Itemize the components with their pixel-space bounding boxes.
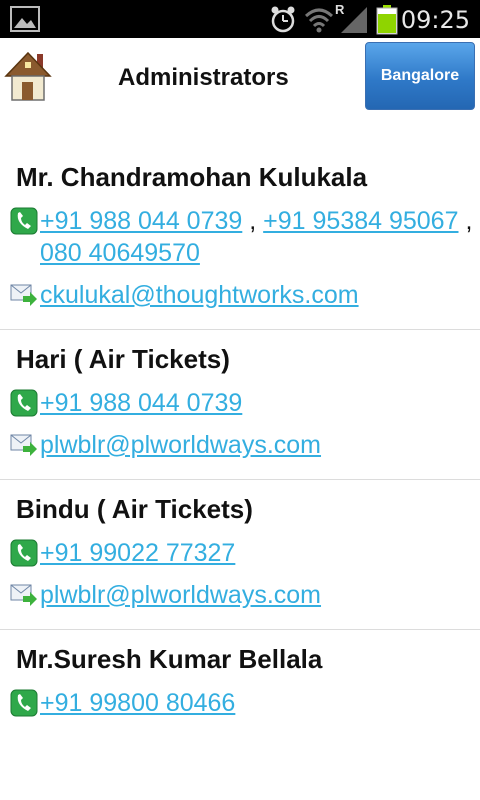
email-link[interactable]: plwblr@plworldways.com (40, 431, 321, 459)
home-icon (4, 51, 52, 101)
phone-link[interactable]: 080 40649570 (40, 239, 200, 267)
phone-link[interactable]: +91 95384 95067 (263, 207, 458, 235)
email-link[interactable]: ckulukal@thoughtworks.com (40, 281, 359, 309)
contact-item: Bindu ( Air Tickets) +91 99022 77327 plw… (0, 480, 480, 630)
phone-row: +91 988 044 0739 , +91 95384 95067 , 080… (10, 205, 480, 269)
signal-icon (341, 7, 367, 33)
email-row: plwblr@plworldways.com (10, 579, 480, 611)
phone-icon (10, 539, 38, 567)
clock: 09:25 (400, 6, 470, 34)
email-link[interactable]: plwblr@plworldways.com (40, 581, 321, 609)
status-bar: R 09:25 (0, 0, 480, 38)
contact-item: Hari ( Air Tickets) +91 988 044 0739 plw… (0, 330, 480, 480)
home-button[interactable] (4, 50, 52, 102)
contact-item: Mr.Suresh Kumar Bellala +91 99800 80466 (0, 630, 480, 747)
separator: , (465, 207, 473, 235)
separator: , (249, 207, 264, 235)
phone-icon (10, 207, 38, 235)
email-icon (10, 284, 37, 306)
phone-link[interactable]: +91 988 044 0739 (40, 389, 242, 417)
email-icon (10, 584, 37, 606)
phone-row: +91 988 044 0739 (10, 387, 480, 419)
phone-link[interactable]: +91 988 044 0739 (40, 207, 242, 235)
contact-name: Mr.Suresh Kumar Bellala (16, 644, 323, 674)
email-row: plwblr@plworldways.com (10, 429, 480, 461)
battery-icon (376, 5, 398, 35)
phone-row: +91 99022 77327 (10, 537, 480, 569)
email-row: ckulukal@thoughtworks.com (10, 279, 480, 311)
contact-list: Mr. Chandramohan Kulukala +91 988 044 07… (0, 148, 480, 747)
phone-link[interactable]: +91 99022 77327 (40, 539, 235, 567)
contact-name: Mr. Chandramohan Kulukala (16, 162, 368, 192)
phone-icon (10, 689, 38, 717)
page-title: Administrators (118, 64, 289, 91)
contact-name: Hari ( Air Tickets) (16, 344, 230, 374)
phone-link[interactable]: +91 99800 80466 (40, 689, 235, 717)
contact-item: Mr. Chandramohan Kulukala +91 988 044 07… (0, 148, 480, 330)
contact-name: Bindu ( Air Tickets) (16, 494, 253, 524)
city-select-button[interactable]: Bangalore (365, 42, 475, 110)
app-header: Administrators Bangalore (0, 38, 480, 112)
phone-row: +91 99800 80466 (10, 687, 480, 719)
alarm-icon (271, 6, 295, 33)
phone-icon (10, 389, 38, 417)
image-icon (10, 6, 40, 32)
wifi-icon (304, 8, 334, 33)
email-icon (10, 434, 37, 456)
